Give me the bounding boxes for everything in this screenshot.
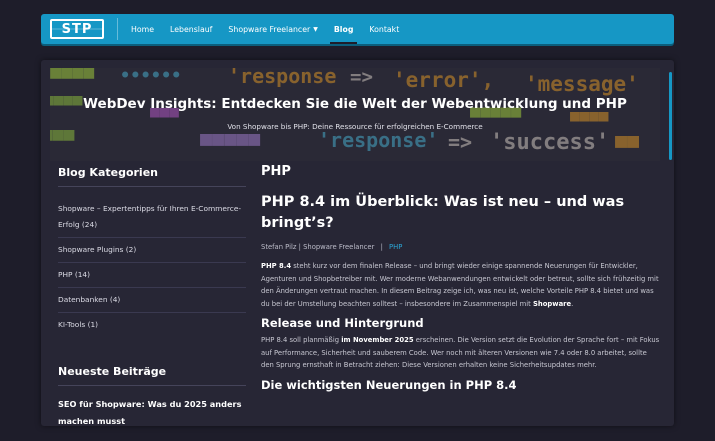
content-card: ■■■■■ •••••• 'response => 'error', 'mess…: [41, 60, 674, 426]
hero-title: WebDev Insights: Entdecken Sie die Welt …: [83, 96, 627, 112]
main-content: PHP PHP 8.4 im Überblick: Was ist neu – …: [261, 164, 661, 396]
category-link-shopware-expertentipps[interactable]: Shopware – Expertentipps für Ihren E-Com…: [58, 197, 246, 238]
intro-bold: PHP 8.4: [261, 262, 292, 270]
sidebar: Blog Kategorien Shopware – Expertentipps…: [58, 164, 246, 426]
recent-posts-heading: Neueste Beiträge: [58, 363, 246, 386]
category-title: PHP: [261, 164, 291, 179]
nav-blog[interactable]: Blog: [326, 14, 362, 44]
post-tag-link[interactable]: PHP: [389, 243, 402, 251]
scrollbar[interactable]: [669, 72, 672, 160]
top-navigation-bar: STP Home Lebenslauf Shopware Freelancer ▼…: [41, 14, 674, 44]
hero-banner: ■■■■■ •••••• 'response => 'error', 'mess…: [50, 68, 660, 161]
intro-end: .: [571, 299, 574, 308]
nav-shopware-label: Shopware Freelancer: [228, 24, 311, 34]
nav-shopware-freelancer[interactable]: Shopware Freelancer ▼: [220, 14, 325, 44]
nav-kontakt[interactable]: Kontakt: [361, 14, 407, 44]
category-link-ki-tools[interactable]: KI-Tools (1): [58, 313, 246, 337]
hero-subtitle: Von Shopware bis PHP: Deine Ressource fü…: [227, 122, 483, 131]
categories-heading: Blog Kategorien: [58, 164, 246, 187]
release-text-a: PHP 8.4 soll planmäßig: [261, 336, 342, 344]
meta-separator: |: [380, 243, 383, 251]
nav-home[interactable]: Home: [123, 14, 162, 44]
site-logo[interactable]: STP: [50, 19, 104, 39]
section-heading-neuerungen: Die wichtigsten Neuerungen in PHP 8.4: [261, 377, 517, 392]
post-intro: PHP 8.4 steht kurz vor dem finalen Relea…: [261, 260, 661, 310]
release-date: im November 2025: [341, 336, 414, 344]
chevron-down-icon: ▼: [313, 25, 318, 33]
category-link-php[interactable]: PHP (14): [58, 263, 246, 288]
intro-text: steht kurz vor dem finalen Release – und…: [261, 262, 659, 308]
hero-overlay: [50, 68, 660, 161]
section-heading-release: Release und Hintergrund: [261, 316, 424, 330]
post-author: Stefan Pilz | Shopware Freelancer: [261, 243, 375, 251]
category-link-datenbanken[interactable]: Datenbanken (4): [58, 288, 246, 313]
section-release-text: PHP 8.4 soll planmäßig im November 2025 …: [261, 334, 661, 372]
main-menu: Home Lebenslauf Shopware Freelancer ▼ Blo…: [123, 14, 407, 44]
post-meta: Stefan Pilz | Shopware Freelancer | PHP: [261, 243, 661, 251]
post-title[interactable]: PHP 8.4 im Überblick: Was ist neu – und …: [261, 192, 661, 234]
logo-text: STP: [61, 21, 93, 37]
recent-post-link[interactable]: SEO für Shopware: Was du 2025 anders mac…: [58, 396, 246, 426]
logo-divider: [117, 18, 118, 40]
category-link-shopware-plugins[interactable]: Shopware Plugins (2): [58, 238, 246, 263]
intro-shopware: Shopware: [533, 299, 572, 308]
nav-lebenslauf[interactable]: Lebenslauf: [162, 14, 220, 44]
